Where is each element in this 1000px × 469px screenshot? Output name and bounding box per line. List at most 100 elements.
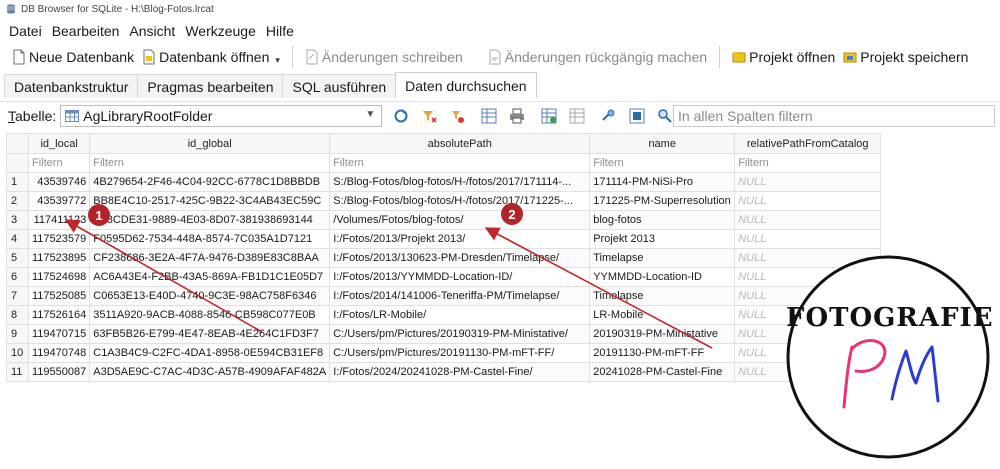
row-number[interactable]: 3 <box>6 210 29 230</box>
row-number[interactable]: 1 <box>6 172 29 192</box>
open-database-dropdown-icon[interactable]: ▾ <box>275 55 280 66</box>
row-number[interactable]: 9 <box>6 324 29 344</box>
cell-id-local[interactable]: 117524698 <box>27 267 91 287</box>
tab-execute-sql[interactable]: SQL ausführen <box>282 74 397 98</box>
cell-absolute-path[interactable]: C:/Users/pm/Pictures/20191130-PM-mFT-FF/ <box>329 343 591 363</box>
find-replace-icon[interactable] <box>628 107 646 125</box>
column-header[interactable]: id_global <box>89 133 331 154</box>
menu-help[interactable]: Hilfe <box>261 23 299 39</box>
cell-absolute-path[interactable]: I:/Fotos/2024/20241028-PM-Castel-Fine/ <box>329 362 591 382</box>
menu-edit[interactable]: Bearbeiten <box>47 23 125 39</box>
table-select[interactable]: AgLibraryRootFolder ▼ <box>60 104 383 127</box>
cell-id-global[interactable]: BB8E4C10-2517-425C-9B22-3C4AB43EC59C <box>89 191 331 211</box>
cell-relative-path[interactable]: NULL <box>734 210 882 230</box>
table-row[interactable]: 8 117526164 3511A920-9ACB-4088-8546-CB598C… <box>6 305 882 325</box>
cell-absolute-path[interactable]: /Volumes/Fotos/blog-fotos/ <box>329 210 591 230</box>
cell-id-global[interactable]: 4B279654-2F46-4C04-92CC-6778C1D8BBDB <box>89 172 331 192</box>
cell-id-local[interactable]: 117523895 <box>27 248 91 268</box>
table-row[interactable]: 2 43539772 BB8E4C10-2517-425C-9B22-3C4AB43… <box>6 191 882 211</box>
tab-database-structure[interactable]: Datenbankstruktur <box>4 74 139 98</box>
row-number[interactable]: 8 <box>6 305 29 325</box>
cell-id-local[interactable]: 117523579 <box>27 229 91 249</box>
cell-name[interactable]: Timelapse <box>589 248 736 268</box>
cell-name[interactable]: blog-fotos <box>589 210 736 230</box>
cell-id-local[interactable]: 43539772 <box>27 191 91 211</box>
column-header[interactable]: name <box>589 133 736 154</box>
table-row[interactable]: 7 117525085 C0653E13-E40D-4740-9C3E-98AC75… <box>6 286 882 306</box>
row-number[interactable]: 10 <box>6 343 29 363</box>
table-row[interactable]: 10 119470748 C1A3B4C9-C2FC-4DA1-8958-0E594… <box>6 343 882 363</box>
cell-id-local[interactable]: 119550087 <box>27 362 91 382</box>
menu-file[interactable]: Datei <box>4 23 47 39</box>
cell-absolute-path[interactable]: I:/Fotos/2013/130623-PM-Dresden/Timelaps… <box>329 248 591 268</box>
new-database-button[interactable]: Neue Datenbank <box>8 44 138 70</box>
tab-browse-data[interactable]: Daten durchsuchen <box>395 72 537 98</box>
cell-name[interactable]: Timelapse <box>589 286 736 306</box>
cell-name[interactable]: 20191130-PM-mFT-FF <box>589 343 736 363</box>
cell-name[interactable]: 20241028-PM-Castel-Fine <box>589 362 736 382</box>
row-number[interactable]: 6 <box>6 267 29 287</box>
table-row[interactable]: 4 117523579 F0595D62-7534-448A-8574-7C035A… <box>6 229 882 249</box>
table-row[interactable]: 5 117523895 CF238686-3E2A-4F7A-9476-D389E8… <box>6 248 882 268</box>
cell-absolute-path[interactable]: I:/Fotos/2013/Projekt 2013/ <box>329 229 591 249</box>
column-filter-input[interactable]: Filtern <box>27 153 91 173</box>
column-filter-input[interactable]: Filtern <box>89 153 331 173</box>
row-number[interactable]: 2 <box>6 191 29 211</box>
table-row[interactable]: 3 117411123 E48CDE31-9889-4E03-8D07-381938… <box>6 210 882 230</box>
cell-id-global[interactable]: C0653E13-E40D-4740-9C3E-98AC758F6346 <box>89 286 331 306</box>
insert-record-icon[interactable] <box>540 107 558 125</box>
cell-id-global[interactable]: E48CDE31-9889-4E03-8D07-381938693144 <box>89 210 331 230</box>
table-row[interactable]: 1 43539746 4B279654-2F46-4C04-92CC-6778C1D… <box>6 172 882 192</box>
print-icon[interactable] <box>508 107 526 125</box>
cell-absolute-path[interactable]: I:/Fotos/2013/YYMMDD-Location-ID/ <box>329 267 591 287</box>
cell-relative-path[interactable]: NULL <box>734 229 882 249</box>
cell-id-global[interactable]: 63FB5B26-E799-4E47-8EAB-4E264C1FD3F7 <box>89 324 331 344</box>
cell-id-local[interactable]: 117411123 <box>27 210 91 230</box>
search-icon[interactable] <box>656 107 674 125</box>
cell-name[interactable]: Projekt 2013 <box>589 229 736 249</box>
clear-filters-icon[interactable] <box>420 107 438 125</box>
column-header[interactable]: id_local <box>27 133 91 154</box>
cell-absolute-path[interactable]: S:/Blog-Fotos/blog-fotos/H-/fotos/2017/1… <box>329 172 591 192</box>
grid-corner[interactable] <box>6 133 29 154</box>
revert-changes-button[interactable]: Änderungen rückgängig machen <box>484 44 711 70</box>
cell-id-local[interactable]: 119470748 <box>27 343 91 363</box>
cell-id-local[interactable]: 119470715 <box>27 324 91 344</box>
column-header[interactable]: absolutePath <box>329 133 591 154</box>
cell-id-global[interactable]: CF238686-3E2A-4F7A-9476-D389E83C8BAA <box>89 248 331 268</box>
open-database-button[interactable]: Datenbank öffnen <box>138 44 273 70</box>
write-changes-button[interactable]: Änderungen schreiben <box>301 44 467 70</box>
refresh-icon[interactable] <box>392 107 410 125</box>
global-filter-input[interactable]: In allen Spalten filtern <box>673 105 995 127</box>
table-row[interactable]: 11 119550087 A3D5AE9C-C7AC-4D3C-A57B-4909A… <box>6 362 882 382</box>
delete-record-icon[interactable] <box>568 107 586 125</box>
table-row[interactable]: 6 117524698 AC6A43E4-F2BB-43A5-869A-FB1D1C… <box>6 267 882 287</box>
save-table-icon[interactable] <box>480 107 498 125</box>
menu-tools[interactable]: Werkzeuge <box>180 23 261 39</box>
table-row[interactable]: 9 119470715 63FB5B26-E799-4E47-8EAB-4E264C… <box>6 324 882 344</box>
row-number[interactable]: 11 <box>6 362 29 382</box>
cell-id-global[interactable]: 3511A920-9ACB-4088-8546-CB598C077E0B <box>89 305 331 325</box>
column-filter-input[interactable]: Filtern <box>734 153 882 173</box>
cell-relative-path[interactable]: NULL <box>734 191 882 211</box>
cell-absolute-path[interactable]: S:/Blog-Fotos/blog-fotos/H-/fotos/2017/1… <box>329 191 591 211</box>
cell-id-global[interactable]: F0595D62-7534-448A-8574-7C035A1D7121 <box>89 229 331 249</box>
sort-clear-icon[interactable] <box>448 107 466 125</box>
cell-relative-path[interactable]: NULL <box>734 172 882 192</box>
cell-id-local[interactable]: 117525085 <box>27 286 91 306</box>
cell-name[interactable]: 20190319-PM-Ministative <box>589 324 736 344</box>
row-number[interactable]: 7 <box>6 286 29 306</box>
cell-absolute-path[interactable]: I:/Fotos/2014/141006-Teneriffa-PM/Timela… <box>329 286 591 306</box>
open-project-button[interactable]: Projekt öffnen <box>728 44 839 70</box>
menu-view[interactable]: Ansicht <box>124 23 180 39</box>
cell-name[interactable]: LR-Mobile <box>589 305 736 325</box>
tab-edit-pragmas[interactable]: Pragmas bearbeiten <box>137 74 284 98</box>
cell-absolute-path[interactable]: I:/Fotos/LR-Mobile/ <box>329 305 591 325</box>
cell-id-global[interactable]: AC6A43E4-F2BB-43A5-869A-FB1D1C1E05D7 <box>89 267 331 287</box>
row-number[interactable]: 5 <box>6 248 29 268</box>
save-project-button[interactable]: Projekt speichern <box>839 44 972 70</box>
cell-name[interactable]: 171114-PM-NiSi-Pro <box>589 172 736 192</box>
column-filter-input[interactable]: Filtern <box>589 153 736 173</box>
column-header[interactable]: relativePathFromCatalog <box>734 133 882 154</box>
row-number[interactable]: 4 <box>6 229 29 249</box>
